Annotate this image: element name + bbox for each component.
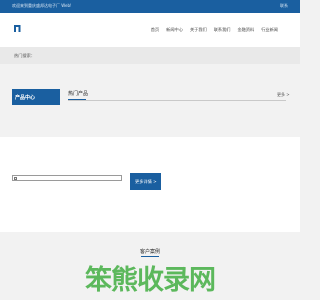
breadcrumb-bar: 热门搜索：	[0, 47, 300, 64]
top-bar: 欢迎来到重庆盛邦达电子厂 Web! 联系	[0, 0, 300, 13]
nav-item-news[interactable]: 新闻中心	[166, 27, 183, 33]
main-nav: 首页 新闻中心 关于我们 联系我们 金融资料 行业新闻	[151, 27, 278, 33]
more-products-link[interactable]: 更多 >	[277, 92, 290, 98]
logo-icon[interactable]	[14, 24, 21, 32]
broken-image-icon	[14, 177, 17, 180]
more-details-button[interactable]: 更多详情 >	[130, 173, 161, 190]
cases-underline	[141, 256, 159, 257]
more-details-label: 更多详情 >	[135, 179, 157, 184]
nav-item-home[interactable]: 首页	[151, 27, 159, 33]
section-divider	[68, 100, 286, 101]
nav-item-contact[interactable]: 联系我们	[214, 27, 231, 33]
nav-item-industry[interactable]: 行业新闻	[261, 27, 278, 33]
product-center-title: 产品中心	[15, 95, 36, 101]
watermark-logo: 笨熊收录网	[85, 265, 216, 296]
breadcrumb: 热门搜索：	[14, 53, 35, 58]
welcome-text: 欢迎来到重庆盛邦达电子厂 Web!	[12, 3, 72, 8]
cases-title: 客户案例	[139, 249, 160, 255]
header: 首页 新闻中心 关于我们 联系我们 金融资料 行业新闻	[0, 13, 300, 47]
product-center-box[interactable]: 产品中心	[12, 89, 60, 105]
contact-link[interactable]: 联系	[280, 3, 288, 9]
nav-item-about[interactable]: 关于我们	[190, 27, 207, 33]
product-image[interactable]	[12, 175, 122, 181]
nav-item-finance[interactable]: 金融资料	[237, 27, 254, 33]
hot-products-title: 热门产品	[68, 91, 89, 97]
